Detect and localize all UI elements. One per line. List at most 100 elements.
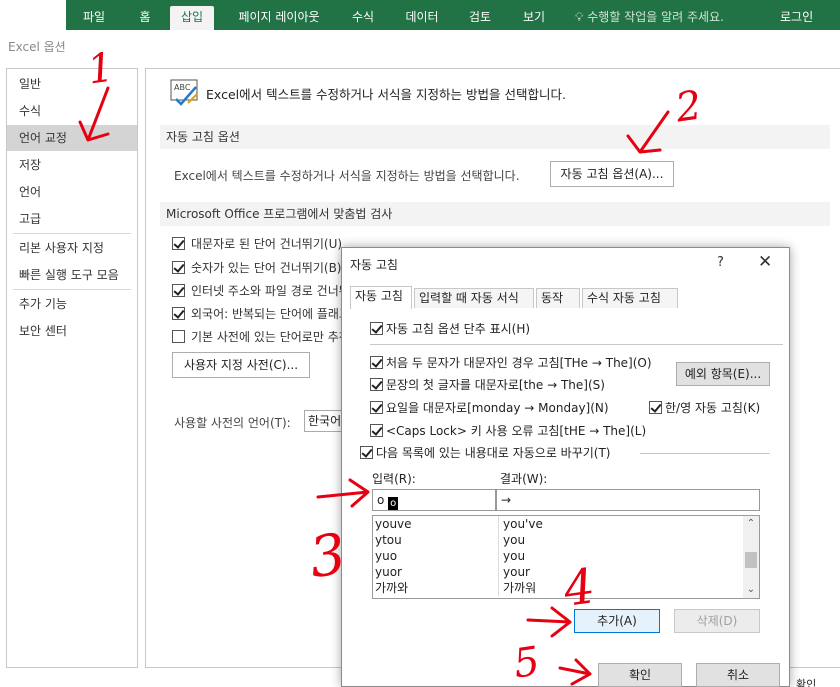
list-item[interactable]: yuo you: [373, 548, 743, 564]
login-link[interactable]: 로그인: [780, 6, 813, 28]
checkbox[interactable]: [370, 356, 383, 369]
list-with: you: [503, 533, 526, 547]
list-with: 가까워: [503, 581, 537, 595]
nav-customize-ribbon[interactable]: 리본 사용자 지정: [7, 235, 137, 261]
tab-view[interactable]: 보기: [514, 6, 554, 30]
tell-me-text: 수행할 작업을 알려 주세요.: [587, 10, 724, 24]
autocorrect-section-heading: 자동 고침 옵션: [160, 125, 830, 149]
lightbulb-icon: 💡︎: [575, 10, 584, 24]
divider: [370, 344, 783, 345]
caps-lock-check[interactable]: <Caps Lock> 키 사용 오류 고침[tHE → The](L): [370, 422, 646, 440]
nav-language[interactable]: 언어: [7, 179, 137, 205]
tab-home[interactable]: 홈: [128, 6, 162, 30]
check-label: 요일을 대문자로[monday → Monday](N): [386, 401, 609, 415]
dialog-tabs: 자동 고침 입력할 때 자동 서식 동작 수식 자동 고침: [350, 286, 782, 309]
tab-insert[interactable]: 삽입: [170, 6, 214, 30]
custom-dictionaries-button[interactable]: 사용자 지정 사전(C)...: [172, 352, 310, 378]
ribbon: 파일 홈 삽입 페이지 레이아웃 수식 데이터 검토 보기 💡︎ 수행할 작업을…: [0, 0, 840, 30]
list-replace: 가까와: [375, 580, 499, 596]
checkbox[interactable]: [172, 330, 185, 343]
checkbox[interactable]: [172, 307, 185, 320]
han-eng-check[interactable]: 한/영 자동 고침(K): [649, 399, 760, 417]
nav-proofing[interactable]: 언어 교정: [7, 125, 137, 151]
capitalize-sentence-check[interactable]: 문장의 첫 글자를 대문자로[the → The](S): [370, 376, 605, 394]
list-item[interactable]: youve you've: [373, 516, 743, 532]
replace-text-check[interactable]: 다음 목록에 있는 내용대로 자동으로 바꾸기(T): [360, 444, 611, 462]
nav-advanced[interactable]: 고급: [7, 206, 137, 232]
check-label: 문장의 첫 글자를 대문자로[the → The](S): [386, 378, 605, 392]
check-label: <Caps Lock> 키 사용 오류 고침[tHE → The](L): [386, 424, 647, 438]
help-icon[interactable]: ?: [717, 255, 724, 270]
list-with: you: [503, 549, 526, 563]
show-buttons-check[interactable]: 자동 고침 옵션 단추 표시(H): [370, 320, 530, 338]
nav-formulas[interactable]: 수식: [7, 98, 137, 124]
close-icon[interactable]: ✕: [758, 252, 772, 272]
autocorrect-dialog: 자동 고침 ? ✕ 자동 고침 입력할 때 자동 서식 동작 수식 자동 고침 …: [341, 247, 790, 687]
tab-math-autocorrect[interactable]: 수식 자동 고침: [582, 288, 678, 308]
checkbox[interactable]: [370, 322, 383, 335]
checkbox[interactable]: [370, 424, 383, 437]
tab-file[interactable]: 파일: [74, 6, 114, 30]
autocorrect-options-button[interactable]: 자동 고침 옵션(A)...: [550, 161, 674, 187]
dictionary-language-label: 사용할 사전의 언어(T):: [174, 416, 291, 430]
replace-value: o: [377, 493, 385, 507]
tab-page-layout[interactable]: 페이지 레이아웃: [226, 6, 332, 30]
tab-data[interactable]: 데이터: [396, 6, 448, 30]
check-ignore-numbers[interactable]: 숫자가 있는 단어 건너뛰기(B): [172, 259, 341, 279]
with-input[interactable]: →: [496, 489, 760, 511]
divider: [640, 453, 770, 454]
nav-save[interactable]: 저장: [7, 152, 137, 178]
list-scrollbar[interactable]: ⌃ ⌄: [743, 516, 759, 598]
list-replace: yuo: [375, 548, 499, 564]
tab-autocorrect[interactable]: 자동 고침: [350, 286, 412, 309]
window-title: Excel 옵션: [8, 40, 66, 54]
check-label: 대문자로 된 단어 건너뛰기(U): [191, 237, 343, 251]
check-label: 기본 사전에 있는 단어로만 추천(I): [191, 330, 363, 344]
chevron-down-icon[interactable]: ⌄: [743, 582, 759, 598]
checkbox[interactable]: [370, 378, 383, 391]
exceptions-button[interactable]: 예외 항목(E)...: [676, 362, 770, 386]
tab-autoformat[interactable]: 입력할 때 자동 서식: [414, 288, 534, 308]
nav-add-ins[interactable]: 추가 기능: [7, 291, 137, 317]
list-replace: youve: [375, 516, 499, 532]
delete-button[interactable]: 삭제(D): [674, 609, 760, 633]
svg-text:ABC: ABC: [174, 83, 191, 92]
tab-review[interactable]: 검토: [460, 6, 500, 30]
checkbox[interactable]: [172, 261, 185, 274]
tab-actions[interactable]: 동작: [536, 288, 580, 308]
spelling-section-heading: Microsoft Office 프로그램에서 맞춤법 검사: [160, 202, 830, 226]
check-ignore-uppercase[interactable]: 대문자로 된 단어 건너뛰기(U): [172, 235, 342, 255]
list-item[interactable]: ytou you: [373, 532, 743, 548]
dialog-title: 자동 고침: [350, 258, 398, 272]
checkbox[interactable]: [172, 237, 185, 250]
replace-cursor: o: [388, 497, 399, 510]
check-label: 처음 두 문자가 대문자인 경우 고침[THe → The](O): [386, 356, 652, 370]
nav-general[interactable]: 일반: [7, 71, 137, 97]
replace-input[interactable]: o o: [372, 489, 496, 511]
list-item[interactable]: 가까와 가까워: [373, 580, 743, 596]
options-nav: 일반 수식 언어 교정 저장 언어 고급 리본 사용자 지정 빠른 실행 도구 …: [6, 68, 138, 668]
check-main-dictionary-only[interactable]: 기본 사전에 있는 단어로만 추천(I): [172, 328, 363, 348]
replace-label: 입력(R):: [372, 472, 416, 486]
nav-divider: [13, 289, 131, 290]
two-initial-caps-check[interactable]: 처음 두 문자가 대문자인 경우 고침[THe → The](O): [370, 354, 652, 372]
scroll-thumb[interactable]: [745, 552, 757, 568]
ok-button[interactable]: 확인: [598, 663, 682, 687]
nav-trust-center[interactable]: 보안 센터: [7, 318, 137, 344]
tell-me-box[interactable]: 💡︎ 수행할 작업을 알려 주세요.: [575, 6, 724, 28]
tab-formulas[interactable]: 수식: [344, 6, 382, 30]
chevron-up-icon[interactable]: ⌃: [743, 516, 759, 532]
list-replace: ytou: [375, 532, 499, 548]
cancel-button[interactable]: 취소: [696, 663, 780, 687]
checkbox[interactable]: [172, 284, 185, 297]
nav-divider: [13, 233, 131, 234]
dictionary-language-select[interactable]: 한국어: [304, 410, 344, 432]
capitalize-days-check[interactable]: 요일을 대문자로[monday → Monday](N): [370, 399, 609, 417]
check-label: 한/영 자동 고침(K): [665, 401, 761, 415]
checkbox[interactable]: [360, 446, 373, 459]
checkbox[interactable]: [370, 401, 383, 414]
checkbox[interactable]: [649, 401, 662, 414]
nav-quick-access[interactable]: 빠른 실행 도구 모음: [7, 262, 137, 288]
check-label: 자동 고침 옵션 단추 표시(H): [386, 322, 531, 336]
list-item[interactable]: yuor your: [373, 564, 743, 580]
